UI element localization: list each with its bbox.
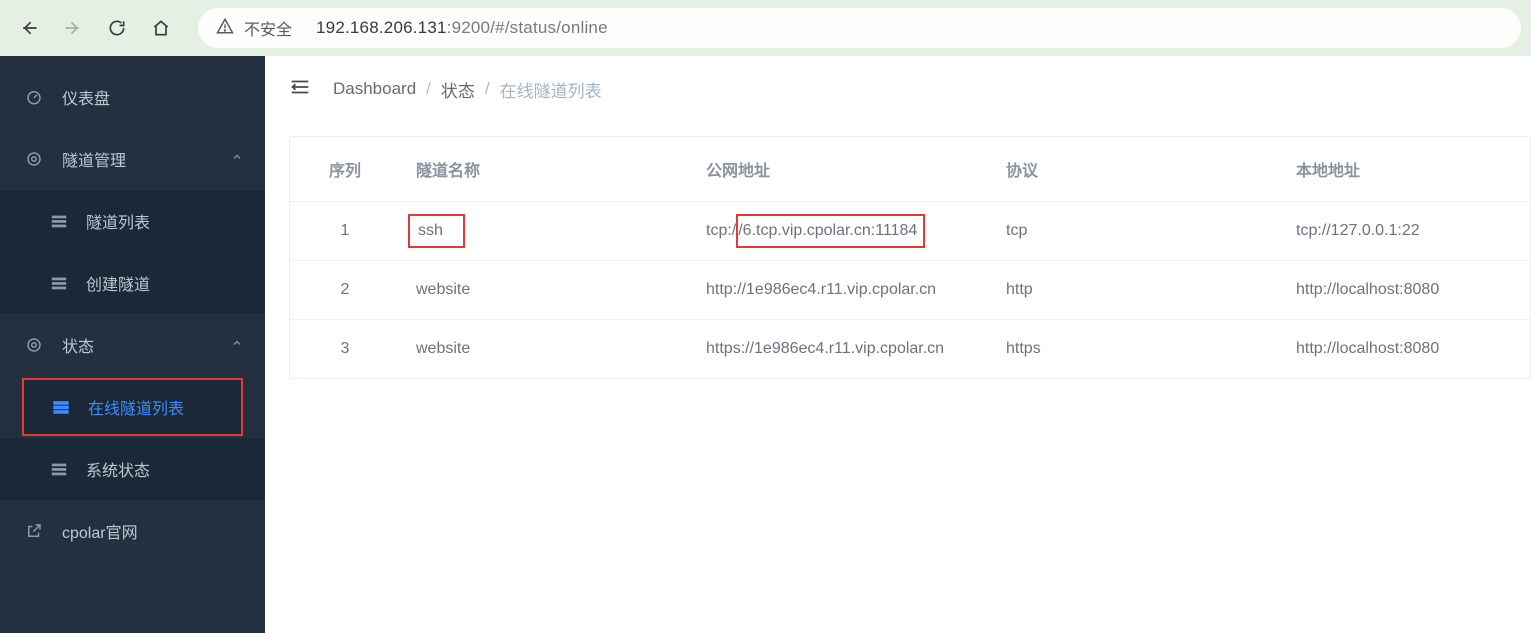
main-header: Dashboard / 状态 / 在线隧道列表 <box>265 56 1531 136</box>
chevron-up-icon <box>231 336 243 354</box>
cell-seq: 3 <box>290 320 400 379</box>
cell-local: http://localhost:8080 <box>1280 320 1530 379</box>
sidebar-item-tunnel-mgmt[interactable]: 隧道管理 <box>0 128 265 190</box>
cell-proto: tcp <box>990 202 1280 261</box>
sidebar-item-label: 仪表盘 <box>62 85 110 109</box>
main-content: Dashboard / 状态 / 在线隧道列表 序列 隧道名称 公网地址 协议 … <box>265 56 1531 633</box>
external-link-icon <box>22 522 46 540</box>
public-prefix: tcp:/ <box>706 222 736 239</box>
cell-proto: https <box>990 320 1280 379</box>
cell-public: tcp://6.tcp.vip.cpolar.cn:11184 <box>690 202 990 261</box>
col-public: 公网地址 <box>690 137 990 202</box>
cell-local: http://localhost:8080 <box>1280 261 1530 320</box>
sidebar-item-label: 隧道管理 <box>62 147 126 171</box>
cell-proto: http <box>990 261 1280 320</box>
cell-seq: 1 <box>290 202 400 261</box>
cell-public: https://1e986ec4.r11.vip.cpolar.cn <box>690 320 990 379</box>
highlight-box: ssh <box>408 214 465 248</box>
url-host: 192.168.206.131 <box>316 18 447 37</box>
home-icon <box>151 18 171 38</box>
cell-name: website <box>400 320 690 379</box>
tunnel-icon <box>22 150 46 168</box>
cell-public: http://1e986ec4.r11.vip.cpolar.cn <box>690 261 990 320</box>
sidebar-item-online-list[interactable]: 在线隧道列表 <box>22 378 243 436</box>
sidebar-item-official-site[interactable]: cpolar官网 <box>0 500 265 562</box>
sidebar-collapse-button[interactable] <box>289 76 311 102</box>
grid-icon <box>48 460 70 478</box>
col-name: 隧道名称 <box>400 137 690 202</box>
status-icon <box>22 336 46 354</box>
table-row: 2 website http://1e986ec4.r11.vip.cpolar… <box>290 261 1530 320</box>
sidebar-item-create-tunnel[interactable]: 创建隧道 <box>0 252 265 314</box>
breadcrumb-current: 在线隧道列表 <box>500 77 602 102</box>
cell-name: website <box>400 261 690 320</box>
cell-name: ssh <box>400 202 690 261</box>
arrow-right-icon <box>63 18 83 38</box>
browser-toolbar: 不安全 192.168.206.131:9200/#/status/online <box>0 0 1531 56</box>
sidebar-item-label: 在线隧道列表 <box>88 395 184 419</box>
sidebar-item-system-status[interactable]: 系统状态 <box>0 438 265 500</box>
back-button[interactable] <box>10 9 48 47</box>
url-text: 192.168.206.131:9200/#/status/online <box>316 18 608 38</box>
grid-icon <box>48 274 70 292</box>
cell-seq: 2 <box>290 261 400 320</box>
list-icon <box>50 398 72 416</box>
sidebar-item-status[interactable]: 状态 <box>0 314 265 376</box>
col-seq: 序列 <box>290 137 400 202</box>
col-proto: 协议 <box>990 137 1280 202</box>
chevron-up-icon <box>231 150 243 168</box>
sidebar: 仪表盘 隧道管理 隧道列表 创建隧道 <box>0 56 265 633</box>
breadcrumb-dashboard[interactable]: Dashboard <box>333 79 416 99</box>
sidebar-item-dashboard[interactable]: 仪表盘 <box>0 66 265 128</box>
breadcrumb-status[interactable]: 状态 <box>441 77 475 102</box>
not-secure-label: 不安全 <box>244 16 292 40</box>
cell-local: tcp://127.0.0.1:22 <box>1280 202 1530 261</box>
breadcrumb-separator: / <box>485 79 490 99</box>
sidebar-item-label: 状态 <box>62 333 94 357</box>
reload-icon <box>107 18 127 38</box>
home-button[interactable] <box>142 9 180 47</box>
table-row: 1 ssh tcp://6.tcp.vip.cpolar.cn:11184 tc… <box>290 202 1530 261</box>
arrow-left-icon <box>19 18 39 38</box>
url-path: :9200/#/status/online <box>447 18 608 37</box>
reload-button[interactable] <box>98 9 136 47</box>
sidebar-item-label: cpolar官网 <box>62 519 138 543</box>
breadcrumb: Dashboard / 状态 / 在线隧道列表 <box>333 77 602 102</box>
not-secure-icon <box>216 17 234 40</box>
col-local: 本地地址 <box>1280 137 1530 202</box>
list-icon <box>48 212 70 230</box>
sidebar-item-tunnel-list[interactable]: 隧道列表 <box>0 190 265 252</box>
sidebar-item-label: 隧道列表 <box>86 209 150 233</box>
highlight-box: /6.tcp.vip.cpolar.cn:11184 <box>736 214 925 248</box>
table-row: 3 website https://1e986ec4.r11.vip.cpola… <box>290 320 1530 379</box>
forward-button[interactable] <box>54 9 92 47</box>
breadcrumb-separator: / <box>426 79 431 99</box>
table-header-row: 序列 隧道名称 公网地址 协议 本地地址 <box>290 137 1530 202</box>
sidebar-item-label: 创建隧道 <box>86 271 150 295</box>
dashboard-icon <box>22 88 46 106</box>
sidebar-item-label: 系统状态 <box>86 457 150 481</box>
address-bar[interactable]: 不安全 192.168.206.131:9200/#/status/online <box>198 8 1521 48</box>
tunnel-table: 序列 隧道名称 公网地址 协议 本地地址 1 ssh tcp:// <box>289 136 1531 379</box>
